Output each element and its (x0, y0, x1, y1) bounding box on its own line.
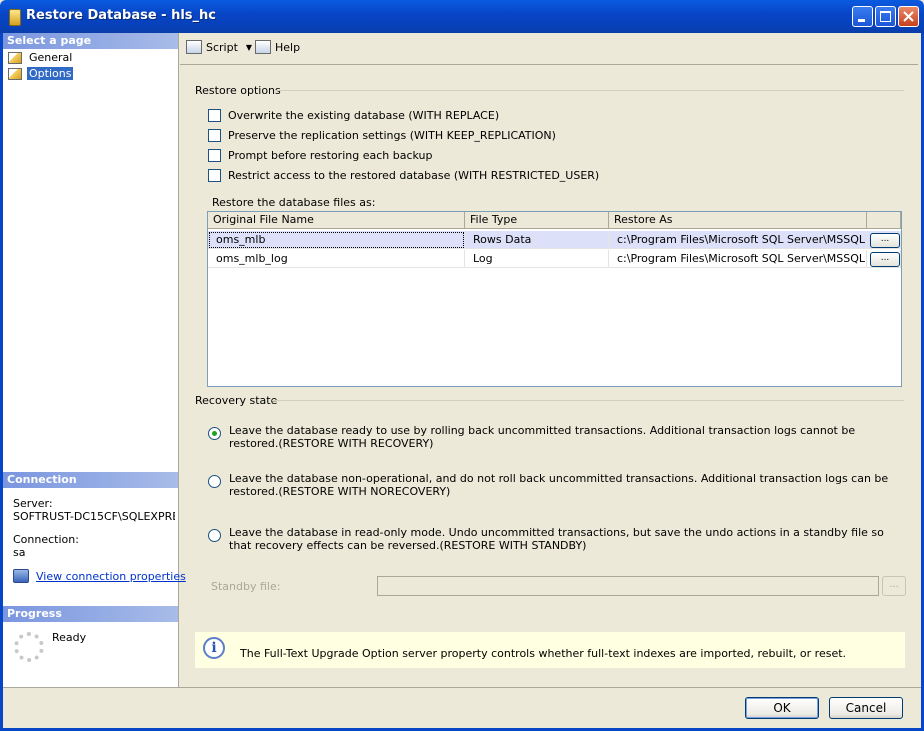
checkbox-label: Preserve the replication settings (WITH … (228, 129, 556, 142)
checkbox-label: Restrict access to the restored database… (228, 169, 600, 182)
minimize-button[interactable] (852, 6, 873, 27)
checkbox-keep-replication[interactable]: Preserve the replication settings (WITH … (208, 129, 556, 142)
help-button[interactable]: Help (255, 40, 300, 54)
restore-options-title: Restore options (195, 84, 281, 97)
script-icon (186, 40, 202, 54)
cell-restore-as[interactable]: c:\Program Files\Microsoft SQL Server\MS… (609, 231, 867, 249)
info-icon: i (203, 637, 225, 659)
page-item-options[interactable]: Options (8, 66, 74, 81)
database-icon (9, 9, 21, 26)
cell-file-type[interactable]: Rows Data (465, 231, 609, 249)
cancel-button[interactable]: Cancel (829, 697, 903, 719)
bottom-separator (3, 687, 921, 688)
connection-value: sa (13, 546, 26, 559)
view-connection-properties-link[interactable]: View connection properties (36, 570, 186, 583)
connection-label: Connection: (13, 533, 79, 546)
maximize-button[interactable] (875, 6, 896, 27)
radio-label: Leave the database ready to use by rolli… (229, 424, 856, 450)
cell-file-type[interactable]: Log (465, 250, 609, 268)
radio-button[interactable] (208, 427, 221, 440)
column-header-restore-as[interactable]: Restore As (609, 212, 867, 229)
restore-files-grid[interactable]: Original File Name File Type Restore As … (207, 211, 902, 387)
checkbox-restricted-user[interactable]: Restrict access to the restored database… (208, 169, 599, 182)
info-text: The Full-Text Upgrade Option server prop… (240, 647, 847, 660)
progress-status: Ready (52, 631, 87, 644)
checkbox[interactable] (208, 109, 221, 122)
recovery-state-title: Recovery state (195, 394, 278, 407)
checkbox[interactable] (208, 149, 221, 162)
checkbox-prompt-before-restore[interactable]: Prompt before restoring each backup (208, 149, 433, 162)
cell-original-file-name[interactable]: oms_mlb_log (208, 250, 465, 268)
page-icon (8, 67, 22, 80)
restore-files-label: Restore the database files as: (212, 196, 376, 209)
checkbox[interactable] (208, 169, 221, 182)
connection-properties-icon (13, 569, 29, 583)
progress-spinner-icon (14, 632, 44, 662)
close-icon (903, 11, 914, 22)
toolbar-separator (180, 64, 918, 65)
column-header-original-file-name[interactable]: Original File Name (208, 212, 465, 229)
page-item-general[interactable]: General (8, 50, 74, 65)
server-value: SOFTRUST-DC15CF\SQLEXPRE (13, 510, 175, 523)
checkbox[interactable] (208, 129, 221, 142)
connection-header: Connection (3, 472, 178, 488)
checkbox-with-replace[interactable]: Overwrite the existing database (WITH RE… (208, 109, 499, 122)
checkbox-label: Prompt before restoring each backup (228, 149, 433, 162)
radio-restore-with-norecovery[interactable]: Leave the database non-operational, and … (208, 472, 899, 498)
close-button[interactable] (898, 6, 919, 27)
group-divider (272, 400, 904, 401)
radio-label: Leave the database in read-only mode. Un… (229, 526, 884, 552)
browse-button[interactable]: ... (870, 252, 900, 267)
help-icon (255, 40, 271, 54)
browse-button[interactable]: ... (870, 233, 900, 248)
ok-button[interactable]: OK (745, 697, 819, 719)
column-header-browse (867, 212, 901, 229)
chevron-down-icon: ▼ (245, 42, 253, 52)
radio-label: Leave the database non-operational, and … (229, 472, 889, 498)
maximize-icon (880, 11, 891, 22)
progress-header: Progress (3, 606, 178, 622)
radio-button[interactable] (208, 475, 221, 488)
standby-file-label: Standby file: (211, 580, 281, 593)
radio-button[interactable] (208, 529, 221, 542)
select-page-header: Select a page (3, 33, 178, 49)
server-label: Server: (13, 497, 53, 510)
page-icon (8, 51, 22, 64)
page-label: Options (27, 67, 74, 80)
radio-restore-with-recovery[interactable]: Leave the database ready to use by rolli… (208, 424, 899, 450)
page-label: General (29, 51, 73, 64)
window-title: Restore Database - hls_hc (26, 8, 217, 23)
group-divider (274, 90, 904, 91)
left-panel (3, 33, 179, 687)
cell-restore-as[interactable]: c:\Program Files\Microsoft SQL Server\MS… (609, 250, 867, 268)
minimize-icon (858, 19, 865, 22)
checkbox-label: Overwrite the existing database (WITH RE… (228, 109, 500, 122)
cell-original-file-name[interactable]: oms_mlb (208, 231, 465, 249)
standby-file-input[interactable] (377, 576, 879, 596)
standby-browse-button[interactable]: ... (882, 576, 906, 596)
script-button[interactable]: Script ▼ (186, 40, 252, 54)
script-label: Script (206, 40, 238, 54)
help-label: Help (275, 40, 301, 54)
column-header-file-type[interactable]: File Type (465, 212, 609, 229)
radio-restore-with-standby[interactable]: Leave the database in read-only mode. Un… (208, 526, 899, 552)
